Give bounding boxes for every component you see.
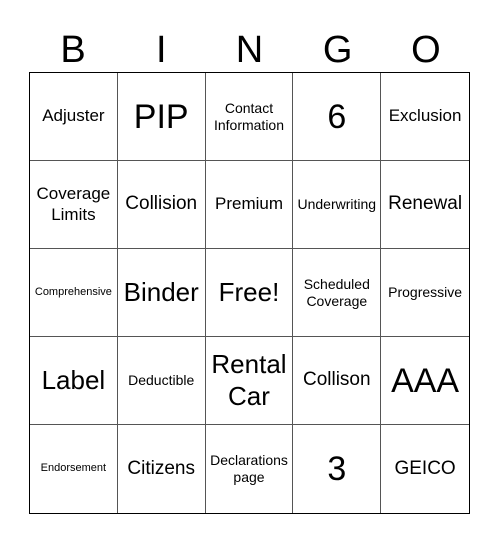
bingo-cell[interactable]: Binder — [117, 249, 206, 337]
bingo-cell[interactable]: Comprehensive — [30, 249, 118, 337]
bingo-cell[interactable]: AAA — [381, 337, 469, 425]
bingo-cell[interactable]: 6 — [293, 73, 382, 161]
bingo-cell[interactable]: Premium — [205, 161, 294, 249]
header-letter-i: I — [156, 29, 167, 71]
bingo-cell[interactable]: GEICO — [381, 425, 469, 513]
bingo-cell[interactable]: Deductible — [117, 337, 206, 425]
bingo-cell[interactable]: Endorsement — [30, 425, 118, 513]
header-letter-b: B — [60, 29, 86, 71]
bingo-cell[interactable]: Label — [30, 337, 118, 425]
bingo-cell[interactable]: Collison — [293, 337, 382, 425]
bingo-header: B I N G O — [29, 28, 470, 72]
bingo-cell[interactable]: Rental Car — [205, 337, 294, 425]
bingo-cell[interactable]: Scheduled Coverage — [293, 249, 382, 337]
free-space-cell[interactable]: Free! — [205, 249, 294, 337]
bingo-cell[interactable]: Citizens — [118, 425, 206, 513]
bingo-cell[interactable]: Progressive — [381, 249, 469, 337]
header-letter-g: G — [322, 29, 353, 71]
header-letter-n: N — [235, 29, 264, 71]
bingo-cell[interactable]: 3 — [293, 425, 382, 513]
header-letter-o: O — [411, 29, 441, 71]
bingo-cell[interactable]: Adjuster — [30, 73, 118, 161]
bingo-cell[interactable]: Renewal — [381, 161, 469, 249]
bingo-cell[interactable]: Exclusion — [381, 73, 469, 161]
bingo-cell[interactable]: PIP — [117, 73, 206, 161]
bingo-cell[interactable]: Declarations page — [206, 425, 294, 513]
bingo-cell[interactable]: Underwriting — [293, 161, 382, 249]
bingo-cell[interactable]: Collision — [117, 161, 206, 249]
bingo-card: Adjuster PIP Contact Information 6 Exclusion… — [29, 72, 470, 514]
bingo-cell[interactable]: Contact Information — [205, 73, 294, 161]
bingo-cell[interactable]: Coverage Limits — [30, 161, 118, 249]
